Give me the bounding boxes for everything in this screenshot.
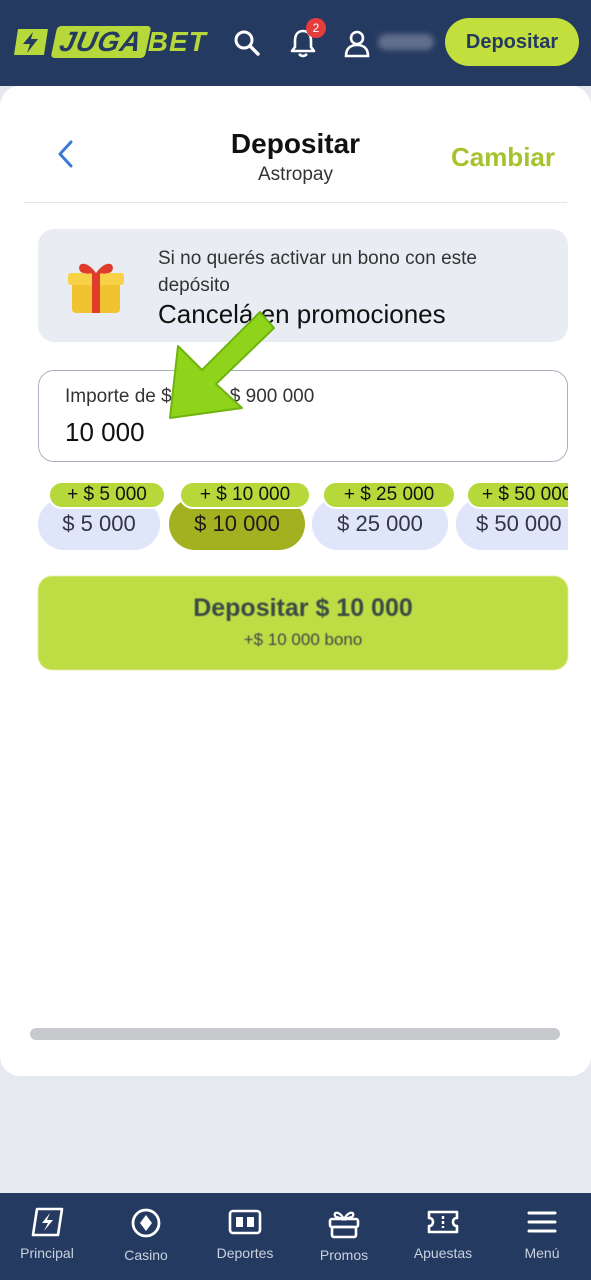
logo-juga: JUGA	[50, 26, 152, 58]
top-header: JUGABET 2 Depositar	[0, 0, 591, 86]
nav-label: Principal	[20, 1245, 74, 1261]
nav-label: Promos	[319, 1247, 369, 1263]
amount-presets: $ 5 000 + $ 5 000 $ 10 000 + $ 10 000 $ …	[38, 481, 568, 551]
submit-deposit-button[interactable]: Depositar $ 10 000 +$ 10 000 bono	[38, 576, 568, 670]
submit-bonus-label: +$ 10 000 bono	[243, 630, 363, 649]
search-icon[interactable]	[232, 28, 262, 58]
header-deposit-button[interactable]: Depositar	[445, 18, 579, 66]
nav-promos[interactable]: Promos	[295, 1193, 393, 1280]
preset-bonus-25000: + $ 25 000	[322, 481, 456, 509]
horizontal-scrollbar[interactable]	[30, 1028, 560, 1040]
header-divider	[24, 202, 567, 203]
preset-bonus-50000: + $ 50 000	[466, 481, 568, 509]
preset-bonus-5000: + $ 5 000	[48, 481, 166, 509]
bottom-navigation: Principal Casino Deportes Promos Apuesta…	[0, 1193, 591, 1280]
lightning-icon	[31, 1207, 64, 1237]
nav-label: Apuestas	[413, 1245, 473, 1261]
gift-icon	[68, 263, 124, 313]
notification-badge: 2	[306, 18, 326, 38]
nav-label: Casino	[124, 1247, 168, 1263]
promo-text: Si no querés activar un bono con este de…	[158, 248, 477, 296]
menu-icon	[527, 1211, 557, 1233]
amount-input[interactable]: Importe de $ 200 a $ 900 000 10 000	[38, 370, 568, 462]
nav-label: Menú	[524, 1245, 560, 1261]
nav-label: Deportes	[216, 1245, 274, 1261]
gift-icon	[328, 1211, 360, 1239]
amount-label: Importe de $ 200 a $ 900 000	[65, 386, 315, 407]
deposit-card: Depositar Astropay Cambiar Si no querés …	[0, 86, 591, 1076]
nav-menu[interactable]: Menú	[493, 1193, 591, 1280]
nav-deportes[interactable]: Deportes	[196, 1193, 294, 1280]
nav-casino[interactable]: Casino	[97, 1193, 195, 1280]
submit-deposit-label: Depositar $ 10 000	[193, 594, 413, 622]
logo-text: JUGABET	[50, 26, 207, 58]
nav-apuestas[interactable]: Apuestas	[394, 1193, 492, 1280]
preset-bonus-10000: + $ 10 000	[179, 481, 311, 509]
logo-bet: BET	[147, 26, 207, 57]
ticket-icon	[427, 1210, 459, 1234]
promo-notice: Si no querés activar un bono con este de…	[38, 229, 568, 342]
user-icon[interactable]	[342, 28, 372, 58]
jugabet-logo[interactable]: JUGABET	[12, 26, 207, 58]
amount-value[interactable]: 10 000	[65, 417, 145, 448]
nav-principal[interactable]: Principal	[0, 1193, 96, 1280]
username-redacted	[378, 34, 434, 50]
change-method-link[interactable]: Cambiar	[451, 142, 555, 173]
chip-icon	[131, 1208, 161, 1238]
scoreboard-icon	[228, 1209, 262, 1235]
logo-bolt-icon	[14, 29, 48, 55]
cancel-promo-link[interactable]: Cancelá en promociones	[158, 299, 446, 330]
